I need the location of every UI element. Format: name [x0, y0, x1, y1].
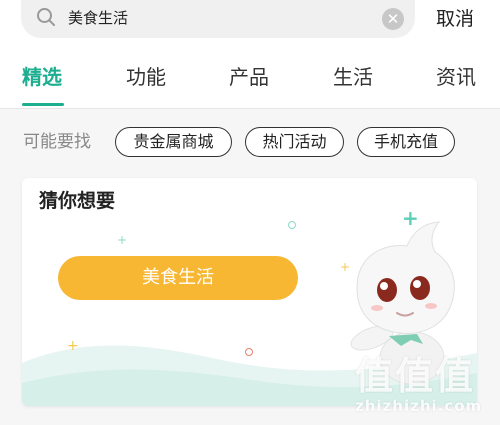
tab-life[interactable]: 生活	[333, 64, 373, 90]
tab-bar: 精选 功能 产品 生活 资讯	[0, 58, 500, 106]
tab-news[interactable]: 资讯	[436, 64, 476, 90]
suggestion-chip[interactable]: 手机充值	[357, 127, 455, 157]
active-tab-indicator	[22, 103, 64, 106]
watermark: 值值值 zhizhizhi.com	[355, 345, 495, 420]
clear-icon[interactable]: ✕	[382, 8, 404, 30]
tab-featured[interactable]: 精选	[22, 64, 62, 90]
search-input[interactable]: 美食生活 ✕	[21, 0, 415, 38]
watermark-url: zhizhizhi.com	[355, 397, 483, 415]
search-icon	[37, 8, 55, 26]
suggestion-chip[interactable]: 贵金属商城	[115, 127, 232, 157]
tab-features[interactable]: 功能	[126, 64, 166, 90]
cta-button[interactable]: 美食生活	[58, 256, 298, 300]
sparkle-icon: +	[67, 338, 79, 354]
cancel-button[interactable]: 取消	[436, 7, 474, 31]
card-title: 猜你想要	[39, 190, 116, 212]
watermark-logo: 值值值	[355, 354, 476, 398]
suggestion-chip[interactable]: 热门活动	[245, 127, 344, 157]
sparkle-icon: +	[117, 233, 128, 247]
search-query: 美食生活	[68, 9, 129, 27]
tab-products[interactable]: 产品	[229, 64, 269, 90]
top-bar: 美食生活 ✕ 取消 精选 功能 产品 生活 资讯	[0, 0, 500, 109]
suggestions-label: 可能要找	[23, 132, 91, 152]
circle-decoration-icon	[288, 221, 296, 229]
circle-decoration-icon	[245, 348, 253, 356]
divider	[0, 108, 500, 109]
